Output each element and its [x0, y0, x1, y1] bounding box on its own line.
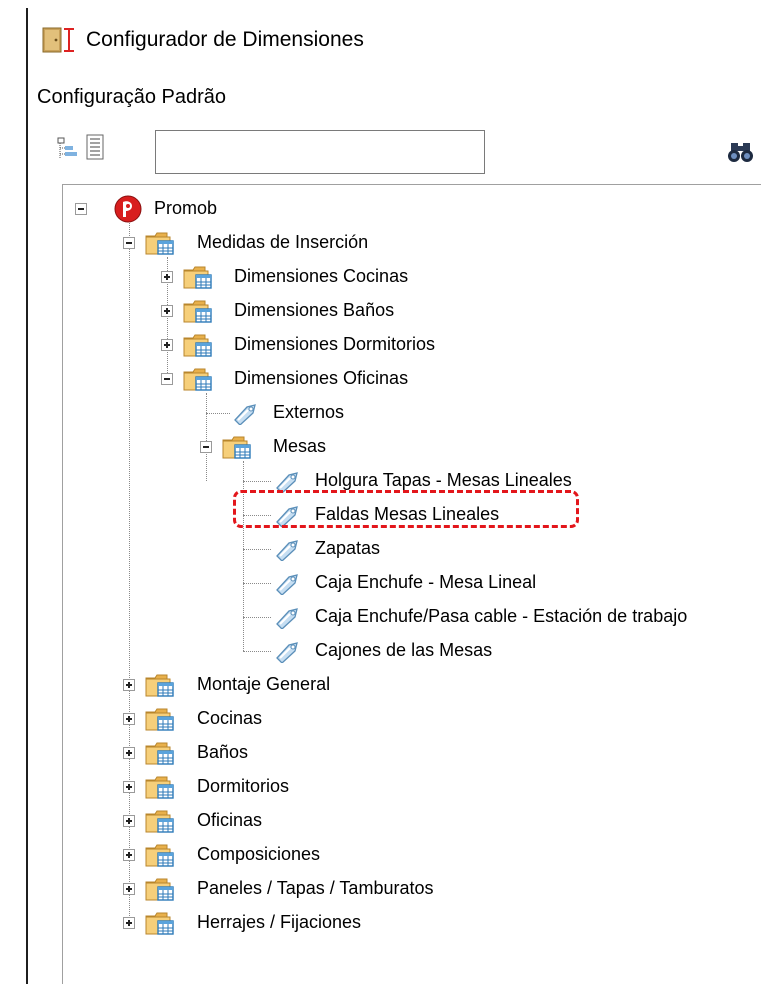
- tree-node-label: Cocinas: [197, 708, 263, 728]
- folder-table-icon: [145, 774, 175, 800]
- expand-toggle[interactable]: [123, 849, 135, 861]
- tree-node-label: Baños: [197, 742, 249, 762]
- tag-icon: [273, 605, 301, 629]
- expand-toggle[interactable]: [123, 917, 135, 929]
- tree-node-label: Promob: [154, 198, 218, 218]
- tree-node-label: Dormitorios: [197, 776, 290, 796]
- tag-icon: [273, 571, 301, 595]
- tree-node-paneles[interactable]: Paneles / Tapas / Tamburatos: [117, 873, 617, 905]
- expand-toggle[interactable]: [161, 271, 173, 283]
- tree-node-label: Caja Enchufe/Pasa cable - Estación de tr…: [315, 606, 688, 626]
- folder-table-icon: [183, 366, 213, 392]
- tree-node-label: Herrajes / Fijaciones: [197, 912, 362, 932]
- folder-table-icon: [145, 706, 175, 732]
- expand-toggle[interactable]: [161, 339, 173, 351]
- tree-node-banos[interactable]: Baños: [117, 737, 517, 769]
- tree-expand-icon[interactable]: [56, 136, 78, 162]
- tag-icon: [273, 537, 301, 561]
- tree-node-label: Caja Enchufe - Mesa Lineal: [315, 572, 537, 592]
- tree-node-promob[interactable]: Promob: [71, 193, 371, 225]
- folder-table-icon: [145, 808, 175, 834]
- tree-node-label: Dimensiones Cocinas: [234, 266, 409, 286]
- collapse-toggle[interactable]: [123, 237, 135, 249]
- tree-node-label: Externos: [273, 402, 345, 422]
- collapse-toggle[interactable]: [75, 203, 87, 215]
- expand-toggle[interactable]: [123, 679, 135, 691]
- configuration-name: Configuração Padrão: [37, 86, 227, 108]
- tree-node-label: Cajones de las Mesas: [315, 640, 493, 660]
- collapse-toggle[interactable]: [200, 441, 212, 453]
- highlight-annotation: [233, 490, 579, 528]
- expand-toggle[interactable]: [123, 781, 135, 793]
- tree-view[interactable]: Promob Medidas de Inserción Dimensiones …: [62, 184, 761, 984]
- tree-node-zapatas[interactable]: Zapatas: [233, 533, 533, 565]
- promob-logo-icon: [113, 194, 143, 224]
- tree-node-label: Zapatas: [315, 538, 381, 558]
- tree-node-externos[interactable]: Externos: [195, 397, 495, 429]
- tree-node-medidas[interactable]: Medidas de Inserción: [117, 227, 517, 259]
- tree-node-dim-cocinas[interactable]: Dimensiones Cocinas: [156, 261, 556, 293]
- tag-icon: [231, 401, 259, 425]
- folder-table-icon: [183, 298, 213, 324]
- tree-node-label: Composiciones: [197, 844, 321, 864]
- tree-node-caja-enchufe[interactable]: Caja Enchufe - Mesa Lineal: [233, 567, 733, 599]
- binoculars-icon[interactable]: [726, 140, 756, 164]
- tree-node-label: Dimensiones Oficinas: [234, 368, 409, 388]
- app-icon: [42, 27, 74, 53]
- tree-node-cajones[interactable]: Cajones de las Mesas: [233, 635, 633, 667]
- tree-node-label: Paneles / Tapas / Tamburatos: [197, 878, 434, 898]
- window-title: Configurador de Dimensiones: [86, 28, 364, 51]
- folder-table-icon: [145, 230, 175, 256]
- collapse-toggle[interactable]: [161, 373, 173, 385]
- folder-table-icon: [222, 434, 252, 460]
- folder-table-icon: [145, 876, 175, 902]
- folder-table-icon: [145, 842, 175, 868]
- tree-node-label: Holgura Tapas - Mesas Lineales: [315, 470, 572, 490]
- tree-node-caja-pasa-cable[interactable]: Caja Enchufe/Pasa cable - Estación de tr…: [233, 601, 761, 633]
- tree-node-label: Dimensiones Dormitorios: [234, 334, 436, 354]
- tree-node-cocinas[interactable]: Cocinas: [117, 703, 517, 735]
- tree-node-label: Montaje General: [197, 674, 331, 694]
- tree-node-dim-banos[interactable]: Dimensiones Baños: [156, 295, 556, 327]
- window-left-border: [26, 8, 28, 984]
- tree-node-montaje[interactable]: Montaje General: [117, 669, 517, 701]
- folder-table-icon: [145, 740, 175, 766]
- tag-icon: [273, 639, 301, 663]
- tree-node-label: Dimensiones Baños: [234, 300, 395, 320]
- expand-toggle[interactable]: [123, 883, 135, 895]
- tree-node-mesas[interactable]: Mesas: [195, 431, 495, 463]
- folder-table-icon: [145, 910, 175, 936]
- tree-node-dim-oficinas[interactable]: Dimensiones Oficinas: [156, 363, 556, 395]
- tree-node-label: Mesas: [273, 436, 327, 456]
- expand-toggle[interactable]: [161, 305, 173, 317]
- tree-collapse-icon[interactable]: [84, 134, 106, 160]
- tree-node-composiciones[interactable]: Composiciones: [117, 839, 517, 871]
- tree-node-dormitorios[interactable]: Dormitorios: [117, 771, 517, 803]
- tree-node-herrajes[interactable]: Herrajes / Fijaciones: [117, 907, 617, 939]
- expand-toggle[interactable]: [123, 747, 135, 759]
- tree-node-label: Oficinas: [197, 810, 263, 830]
- folder-table-icon: [145, 672, 175, 698]
- expand-toggle[interactable]: [123, 713, 135, 725]
- expand-toggle[interactable]: [123, 815, 135, 827]
- tree-node-label: Medidas de Inserción: [197, 232, 369, 252]
- search-input[interactable]: [155, 130, 485, 174]
- tree-node-dim-dormitorios[interactable]: Dimensiones Dormitorios: [156, 329, 556, 361]
- tree-node-oficinas[interactable]: Oficinas: [117, 805, 517, 837]
- folder-table-icon: [183, 264, 213, 290]
- folder-table-icon: [183, 332, 213, 358]
